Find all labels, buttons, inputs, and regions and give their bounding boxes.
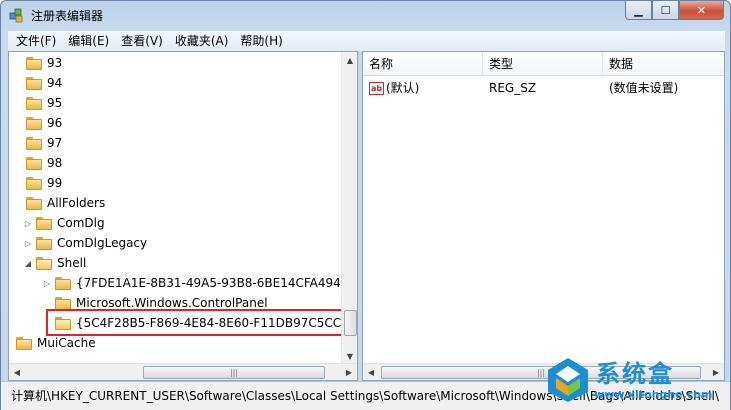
tree-item[interactable]: 97: [13, 133, 62, 153]
tree-item[interactable]: MuiCache: [9, 333, 96, 353]
tree-item[interactable]: 95: [13, 93, 62, 113]
tree-item[interactable]: 94: [13, 73, 62, 93]
folder-icon: [36, 216, 52, 230]
tree-rows: 93 94 95 96 97 98 99 AllFolders ▷ ComDlg…: [9, 52, 357, 364]
expander-icon[interactable]: [13, 98, 23, 108]
folder-icon: [26, 156, 42, 170]
tree-item-label: 97: [47, 136, 63, 150]
tree-item[interactable]: 98: [13, 153, 62, 173]
tree-item-label: Shell: [57, 256, 87, 270]
menu-favorites[interactable]: 收藏夹(A): [169, 31, 235, 51]
tree-item-label: ComDlg: [57, 216, 105, 230]
expander-icon[interactable]: [13, 58, 23, 68]
tree-item[interactable]: 96: [13, 113, 62, 133]
column-header-data[interactable]: 数据: [603, 52, 724, 76]
window-controls: ▁ ☐ ✕: [625, 1, 724, 21]
menu-bar: 文件(F) 编辑(E) 查看(V) 收藏夹(A) 帮助(H): [8, 31, 725, 51]
tree-item-label: MuiCache: [37, 336, 96, 350]
folder-icon: [36, 236, 52, 250]
expander-icon[interactable]: [13, 198, 23, 208]
tree-item-label: 94: [47, 76, 63, 90]
folder-icon: [26, 196, 42, 210]
close-button[interactable]: ✕: [679, 1, 724, 20]
expander-icon[interactable]: [13, 178, 23, 188]
scroll-up-icon[interactable]: ▲: [342, 52, 357, 68]
tree-item[interactable]: 93: [13, 53, 62, 73]
list-row[interactable]: ab (默认) REG_SZ (数值未设置): [363, 78, 724, 98]
expander-icon[interactable]: ▷: [23, 218, 33, 228]
tree-item[interactable]: ◢ Shell: [23, 253, 86, 273]
client-area: 93 94 95 96 97 98 99 AllFolders ▷ ComDlg…: [8, 51, 725, 381]
folder-icon: [55, 276, 71, 290]
window-title: 注册表编辑器: [31, 9, 104, 23]
value-name: (默认): [386, 81, 420, 95]
folder-icon: [26, 136, 42, 150]
tree-item-label: Microsoft.Windows.ControlPanel: [76, 296, 268, 310]
expander-icon[interactable]: ◢: [23, 258, 33, 268]
tree-item-label: AllFolders: [47, 196, 106, 210]
column-header-name[interactable]: 名称: [363, 52, 483, 76]
tree-vertical-scrollbar[interactable]: ▲ ▼: [341, 52, 357, 364]
tree-item[interactable]: 99: [13, 173, 62, 193]
values-list-pane: 名称 类型 数据 ab (默认) REG_SZ (数值未设置) ◀ ||| ▶: [362, 51, 725, 381]
expander-icon[interactable]: [9, 338, 13, 348]
minimize-button[interactable]: ▁: [625, 1, 652, 20]
maximize-button[interactable]: ☐: [652, 1, 679, 20]
tree-item-label: 98: [47, 156, 63, 170]
folder-open-icon: [36, 256, 52, 270]
tree-item-label: 99: [47, 176, 63, 190]
tree-item-label: ComDlgLegacy: [57, 236, 148, 250]
registry-tree-pane: 93 94 95 96 97 98 99 AllFolders ▷ ComDlg…: [8, 51, 358, 381]
scroll-down-icon[interactable]: ▼: [342, 348, 357, 364]
column-header-type[interactable]: 类型: [483, 52, 603, 76]
tree-item[interactable]: ▷ {7FDE1A1E-8B31-49A5-93B8-6BE14CFA4943}: [42, 273, 356, 293]
folder-icon: [16, 336, 32, 350]
tree-item-label: 93: [47, 56, 63, 70]
watermark: 系统盒 www.xitonghe.com: [540, 350, 730, 410]
folder-icon: [26, 56, 42, 70]
value-name-cell: ab (默认): [363, 78, 483, 98]
folder-icon: [26, 76, 42, 90]
string-value-icon: ab: [369, 82, 384, 95]
tree-item-label: {7FDE1A1E-8B31-49A5-93B8-6BE14CFA4943}: [76, 276, 357, 290]
tree-item[interactable]: AllFolders: [13, 193, 105, 213]
horizontal-scroll-thumb[interactable]: |||: [143, 366, 325, 379]
folder-icon: [26, 116, 42, 130]
expander-icon[interactable]: ▷: [42, 278, 52, 288]
menu-view[interactable]: 查看(V): [115, 31, 169, 51]
tree-item-label: 95: [47, 96, 63, 110]
tree-item-label: 96: [47, 116, 63, 130]
value-type: REG_SZ: [489, 81, 537, 95]
folder-icon: [26, 176, 42, 190]
watermark-text: 系统盒: [596, 360, 674, 388]
scroll-left-icon[interactable]: ◀: [363, 364, 379, 380]
list-header: 名称 类型 数据: [363, 52, 724, 76]
expander-icon[interactable]: [13, 138, 23, 148]
highlight-annotation: [46, 309, 357, 336]
regedit-window: 注册表编辑器 ▁ ☐ ✕ 文件(F) 编辑(E) 查看(V) 收藏夹(A) 帮助…: [0, 0, 731, 410]
title-bar: 注册表编辑器 ▁ ☐ ✕: [1, 1, 730, 30]
menu-help[interactable]: 帮助(H): [234, 31, 288, 51]
regedit-app-icon: [9, 8, 23, 23]
value-data: (数值未设置): [609, 81, 679, 95]
folder-icon: [55, 296, 71, 310]
expander-icon[interactable]: [13, 158, 23, 168]
tree-item[interactable]: ▷ ComDlgLegacy: [23, 233, 147, 253]
watermark-logo-icon: [548, 358, 588, 402]
scroll-left-icon[interactable]: ◀: [9, 364, 25, 380]
expander-icon[interactable]: [13, 78, 23, 88]
expander-icon[interactable]: ▷: [23, 238, 33, 248]
tree-item[interactable]: ▷ ComDlg: [23, 213, 105, 233]
menu-file[interactable]: 文件(F): [10, 31, 62, 51]
expander-icon[interactable]: [13, 118, 23, 128]
tree-horizontal-scrollbar[interactable]: ◀ ||| ▶: [9, 363, 357, 380]
expander-icon[interactable]: [42, 298, 52, 308]
folder-icon: [26, 96, 42, 110]
menu-edit[interactable]: 编辑(E): [62, 31, 115, 51]
watermark-url: www.xitonghe.com: [594, 388, 713, 401]
scroll-right-icon[interactable]: ▶: [341, 364, 357, 380]
vertical-scroll-thumb[interactable]: [344, 310, 357, 336]
